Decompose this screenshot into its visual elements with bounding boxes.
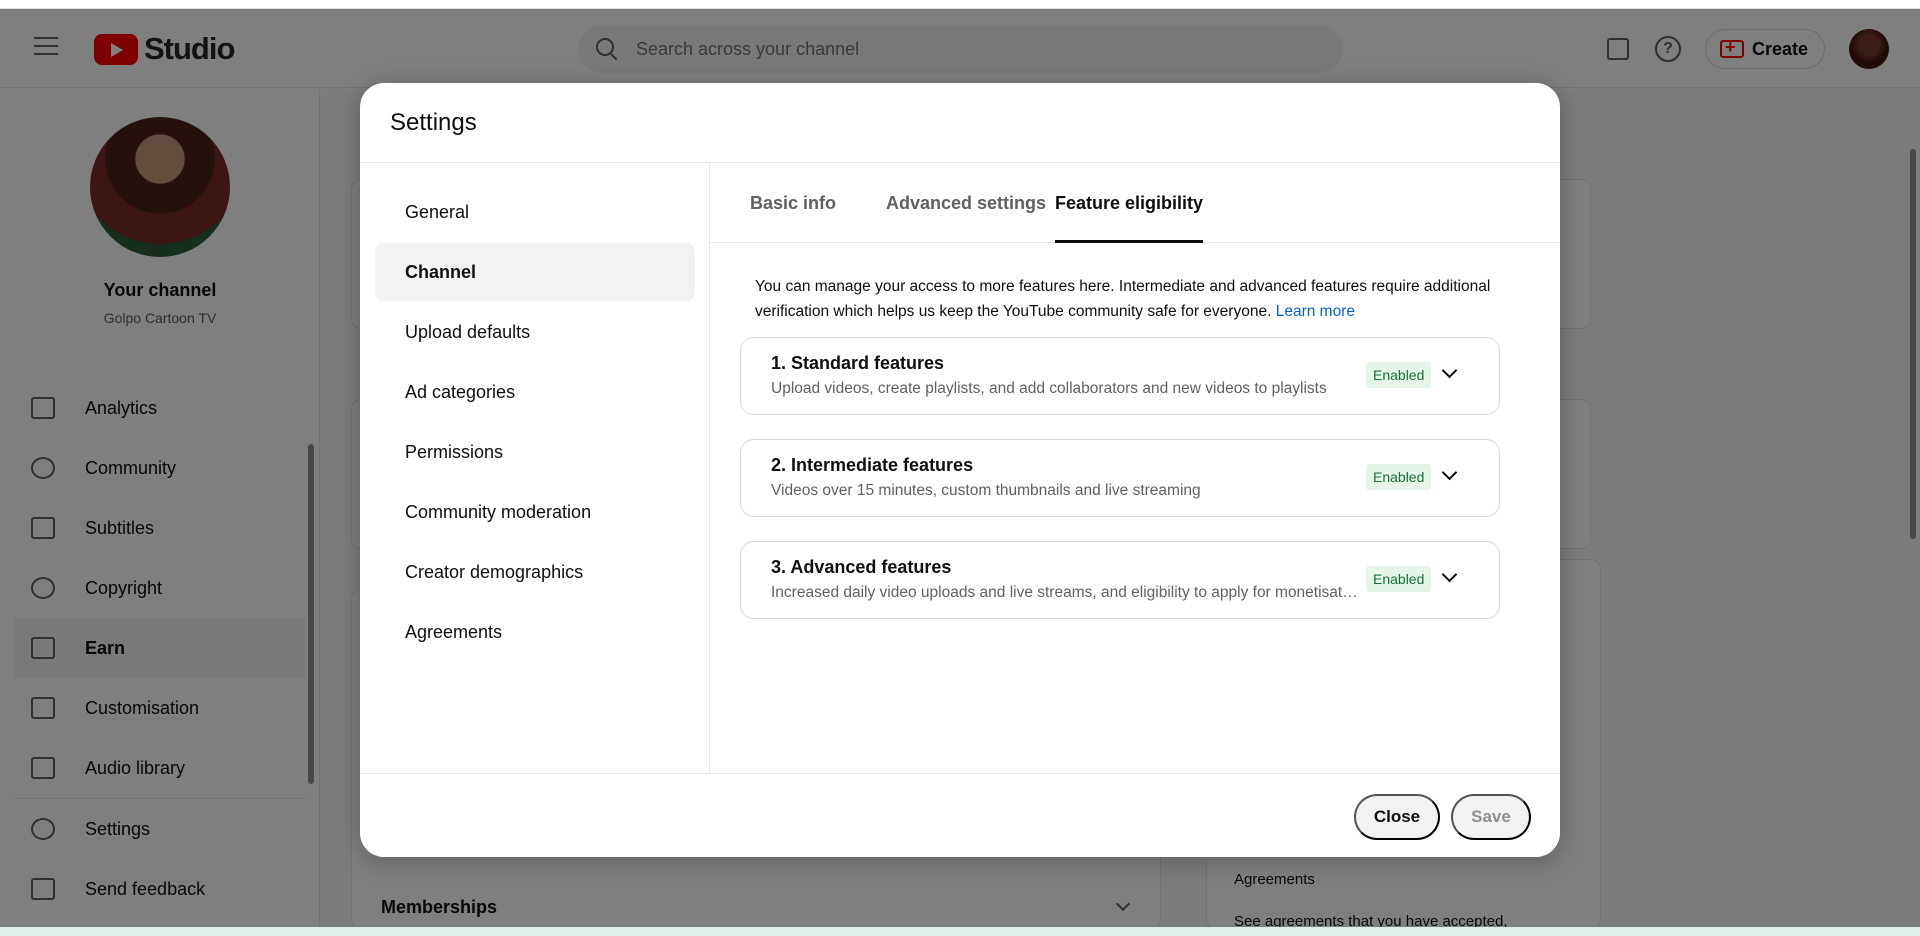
feature-subtitle: Videos over 15 minutes, custom thumbnail… bbox=[771, 482, 1201, 499]
settings-nav-upload-defaults[interactable]: Upload defaults bbox=[375, 303, 695, 361]
feature-title: 1. Standard features bbox=[771, 353, 945, 373]
status-badge: Enabled bbox=[1366, 566, 1432, 592]
channel-tabs: Basic info Advanced settings Feature eli… bbox=[710, 163, 1560, 243]
tab-advanced-settings[interactable]: Advanced settings bbox=[886, 163, 1046, 243]
dialog-title: Settings bbox=[390, 109, 477, 136]
window-top-border bbox=[0, 0, 1920, 9]
chevron-down-icon[interactable] bbox=[1441, 566, 1458, 583]
feature-intermediate[interactable]: 2. Intermediate features Videos over 15 … bbox=[740, 439, 1500, 517]
status-badge: Enabled bbox=[1366, 362, 1432, 388]
settings-nav-ad-categories[interactable]: Ad categories bbox=[375, 363, 695, 421]
settings-nav-creator-demographics[interactable]: Creator demographics bbox=[375, 543, 695, 601]
dialog-footer: Close Save bbox=[360, 773, 1560, 857]
feature-standard[interactable]: 1. Standard features Upload videos, crea… bbox=[740, 337, 1500, 415]
chevron-down-icon[interactable] bbox=[1441, 464, 1458, 481]
close-button[interactable]: Close bbox=[1354, 794, 1440, 840]
settings-nav-panel: General Channel Upload defaults Ad categ… bbox=[360, 163, 710, 773]
tab-basic-info[interactable]: Basic info bbox=[750, 163, 836, 243]
feature-title: 3. Advanced features bbox=[771, 557, 952, 577]
settings-nav-agreements[interactable]: Agreements bbox=[375, 603, 695, 661]
settings-nav: General Channel Upload defaults Ad categ… bbox=[375, 183, 695, 663]
window-bottom-border bbox=[0, 927, 1920, 936]
feature-eligibility-description: You can manage your access to more featu… bbox=[755, 274, 1495, 324]
settings-nav-permissions[interactable]: Permissions bbox=[375, 423, 695, 481]
save-button[interactable]: Save bbox=[1451, 794, 1531, 840]
learn-more-link[interactable]: Learn more bbox=[1276, 303, 1355, 320]
status-badge: Enabled bbox=[1366, 464, 1432, 490]
settings-nav-community-moderation[interactable]: Community moderation bbox=[375, 483, 695, 541]
description-text: You can manage your access to more featu… bbox=[755, 278, 1491, 320]
settings-nav-channel[interactable]: Channel bbox=[375, 243, 695, 301]
feature-advanced[interactable]: 3. Advanced features Increased daily vid… bbox=[740, 541, 1500, 619]
feature-subtitle: Upload videos, create playlists, and add… bbox=[771, 380, 1327, 397]
feature-title: 2. Intermediate features bbox=[771, 455, 974, 475]
settings-nav-general[interactable]: General bbox=[375, 183, 695, 241]
tab-feature-eligibility[interactable]: Feature eligibility bbox=[1055, 163, 1204, 243]
settings-dialog: Settings General Channel Upload defaults… bbox=[360, 83, 1560, 857]
feature-subtitle: Increased daily video uploads and live s… bbox=[771, 584, 1361, 601]
chevron-down-icon[interactable] bbox=[1441, 362, 1458, 379]
